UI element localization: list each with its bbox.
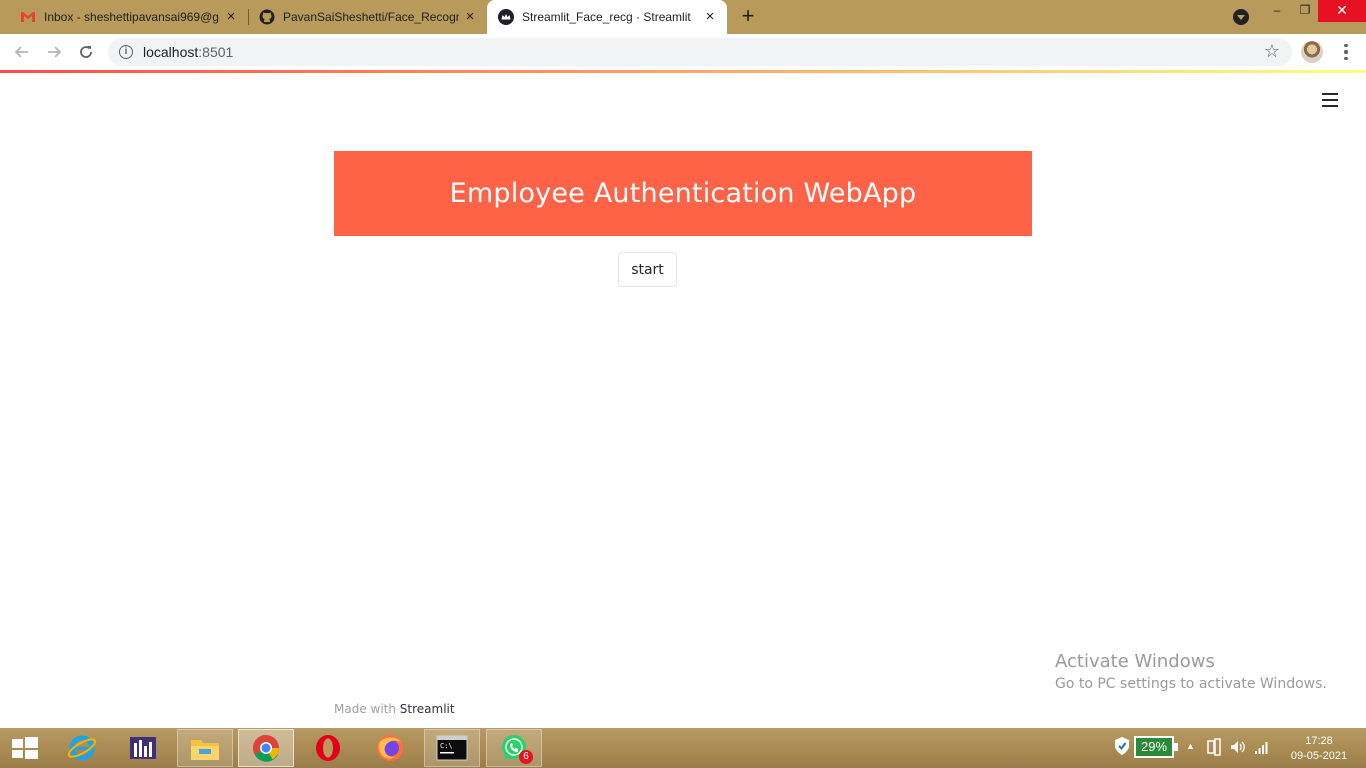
gmail-icon [20,9,36,25]
new-tab-button[interactable]: + [738,5,758,27]
system-tray: 29% ▲ 17:28 09-05-2021 [1110,728,1366,768]
tab-title: PavanSaiSheshetti/Face_Recogni [283,10,459,24]
battery-indicator[interactable]: 29% [1134,736,1178,758]
chrome-icon[interactable] [238,729,294,767]
tab-streamlit-face-recg[interactable]: Streamlit_Face_recg · Streamlit × [487,0,727,34]
command-prompt-icon[interactable]: C:\ [424,729,480,767]
url-text: localhost:8501 [143,44,233,60]
hamburger-menu-icon[interactable] [1322,93,1338,107]
whatsapp-icon[interactable]: 6 [486,729,542,767]
url-host: localhost [143,44,199,60]
streamlit-icon [498,9,514,25]
title-banner: Employee Authentication WebApp [334,151,1032,236]
address-bar[interactable]: i localhost:8501 ☆ [108,38,1292,66]
watermark-title: Activate Windows [1055,651,1215,672]
opera-icon[interactable] [300,729,356,767]
equalizer-app-icon[interactable] [115,729,171,767]
internet-explorer-icon[interactable] [54,729,110,767]
site-info-icon[interactable]: i [119,45,133,59]
activate-windows-watermark: Activate Windows Go to PC settings to ac… [1055,651,1327,692]
volume-icon[interactable] [1230,739,1246,758]
back-button[interactable] [10,40,34,64]
tab-github-repo[interactable]: PavanSaiSheshetti/Face_Recogni × [249,0,487,34]
url-port: :8501 [198,44,234,60]
watermark-subtitle: Go to PC settings to activate Windows. [1055,676,1327,692]
tab-search-icon[interactable] [1233,9,1249,25]
tab-gmail-inbox[interactable]: Inbox - sheshettipavansai969@g × [0,0,248,34]
close-tab-icon[interactable]: × [224,9,238,24]
windows-start-button[interactable] [12,737,38,759]
clock-date: 09-05-2021 [1290,750,1348,762]
maximize-button[interactable]: ❐ [1288,0,1322,22]
svg-text:C:\: C:\ [440,742,453,750]
forward-button[interactable] [42,40,66,64]
browser-menu-icon[interactable] [1336,40,1356,64]
profile-avatar[interactable] [1301,41,1323,63]
close-window-button[interactable]: ✕ [1318,0,1366,22]
start-button[interactable]: start [618,252,677,287]
footer-prefix: Made with [334,702,400,716]
streamlit-decoration-bar [0,70,1366,73]
github-icon [259,9,275,25]
close-tab-icon[interactable]: × [703,9,717,24]
bookmark-star-icon[interactable]: ☆ [1264,41,1280,62]
windows-taskbar: C:\ 6 29% ▲ 17:28 09-05-2021 [0,728,1366,768]
tab-title: Inbox - sheshettipavansai969@g [44,10,219,24]
reload-icon [80,46,92,58]
network-device-icon[interactable] [1206,738,1222,759]
notification-badge: 6 [519,750,533,764]
file-explorer-icon[interactable] [177,729,233,767]
page-title: Employee Authentication WebApp [449,178,917,209]
clock-time: 17:28 [1305,735,1333,747]
close-tab-icon[interactable]: × [463,9,477,24]
footer: Made with Streamlit [334,702,455,716]
browser-tab-strip: Inbox - sheshettipavansai969@g × PavanSa… [0,0,1366,34]
signal-strength-icon[interactable] [1254,739,1270,758]
tab-title: Streamlit_Face_recg · Streamlit [522,10,691,24]
firefox-icon[interactable] [362,729,418,767]
arrow-right-icon [48,46,62,58]
browser-toolbar: i localhost:8501 ☆ [0,34,1366,70]
reload-button[interactable] [74,40,98,64]
taskbar-clock[interactable]: 17:28 09-05-2021 [1284,734,1354,764]
arrow-left-icon [14,46,28,58]
show-hidden-icons-chevron[interactable]: ▲ [1186,741,1195,751]
shield-icon[interactable] [1114,736,1130,759]
streamlit-link[interactable]: Streamlit [400,702,455,716]
